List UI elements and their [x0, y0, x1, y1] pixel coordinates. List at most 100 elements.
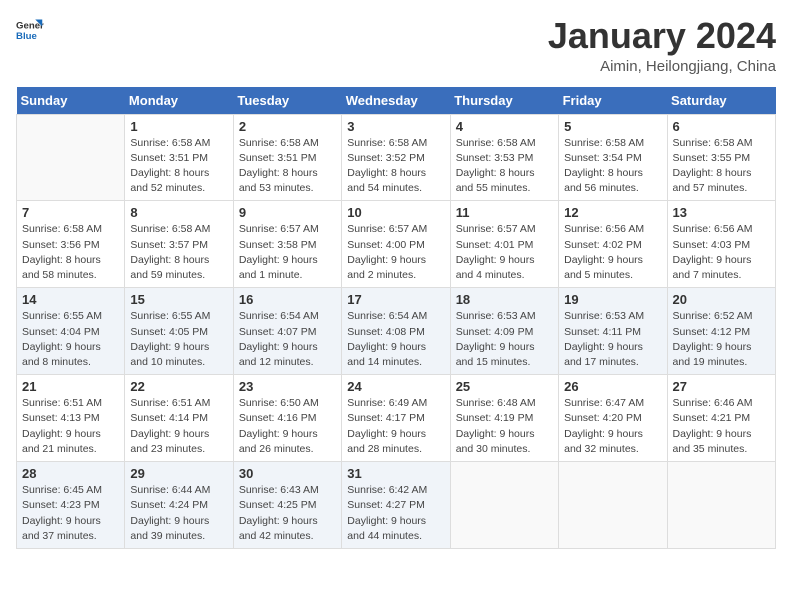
- day-number: 15: [130, 292, 227, 307]
- calendar-day-header: Tuesday: [233, 87, 341, 115]
- day-number: 20: [673, 292, 770, 307]
- calendar-cell: 13Sunrise: 6:56 AMSunset: 4:03 PMDayligh…: [667, 201, 775, 288]
- calendar-cell: 22 Sunrise: 6:51 AMSunset: 4:14 PMDayligh…: [125, 375, 233, 462]
- day-number: 4: [456, 119, 553, 134]
- day-info: Sunrise: 6:53 AMSunset: 4:09 PMDaylight:…: [456, 309, 553, 370]
- day-number: 24: [347, 379, 444, 394]
- calendar-cell: 15 Sunrise: 6:55 AMSunset: 4:05 PMDayligh…: [125, 288, 233, 375]
- calendar-day-header: Monday: [125, 87, 233, 115]
- calendar-cell: 8 Sunrise: 6:58 AMSunset: 3:57 PMDaylight…: [125, 201, 233, 288]
- location: Aimin, Heilongjiang, China: [548, 58, 776, 75]
- calendar-cell: 20Sunrise: 6:52 AMSunset: 4:12 PMDayligh…: [667, 288, 775, 375]
- calendar-cell: 27 Sunrise: 6:46 AMSunset: 4:21 PMDayligh…: [667, 375, 775, 462]
- calendar-week-row: 14Sunrise: 6:55 AMSunset: 4:04 PMDayligh…: [17, 288, 776, 375]
- day-number: 19: [564, 292, 661, 307]
- calendar-week-row: 21 Sunrise: 6:51 AMSunset: 4:13 PMDayligh…: [17, 375, 776, 462]
- logo-icon: General Blue: [16, 16, 44, 44]
- day-info: Sunrise: 6:56 AMSunset: 4:02 PMDaylight:…: [564, 222, 661, 283]
- calendar-day-header: Wednesday: [342, 87, 450, 115]
- calendar-cell: 12Sunrise: 6:56 AMSunset: 4:02 PMDayligh…: [559, 201, 667, 288]
- calendar-body: 1 Sunrise: 6:58 AMSunset: 3:51 PMDaylight…: [17, 114, 776, 548]
- calendar-cell: 2 Sunrise: 6:58 AMSunset: 3:51 PMDaylight…: [233, 114, 341, 201]
- day-info: Sunrise: 6:58 AMSunset: 3:54 PMDaylight:…: [564, 136, 661, 197]
- day-info: Sunrise: 6:54 AMSunset: 4:07 PMDaylight:…: [239, 309, 336, 370]
- day-info: Sunrise: 6:55 AMSunset: 4:05 PMDaylight:…: [130, 309, 227, 370]
- day-number: 21: [22, 379, 119, 394]
- day-number: 23: [239, 379, 336, 394]
- calendar-cell: 5 Sunrise: 6:58 AMSunset: 3:54 PMDaylight…: [559, 114, 667, 201]
- day-number: 26: [564, 379, 661, 394]
- calendar-header-row: SundayMondayTuesdayWednesdayThursdayFrid…: [17, 87, 776, 115]
- day-info: Sunrise: 6:47 AMSunset: 4:20 PMDaylight:…: [564, 396, 661, 457]
- day-number: 5: [564, 119, 661, 134]
- calendar-cell: 10 Sunrise: 6:57 AMSunset: 4:00 PMDayligh…: [342, 201, 450, 288]
- calendar-cell: 30 Sunrise: 6:43 AMSunset: 4:25 PMDayligh…: [233, 462, 341, 549]
- day-info: Sunrise: 6:55 AMSunset: 4:04 PMDaylight:…: [22, 309, 119, 370]
- day-number: 25: [456, 379, 553, 394]
- day-info: Sunrise: 6:58 AMSunset: 3:56 PMDaylight:…: [22, 222, 119, 283]
- day-info: Sunrise: 6:58 AMSunset: 3:55 PMDaylight:…: [673, 136, 770, 197]
- calendar-day-header: Saturday: [667, 87, 775, 115]
- day-number: 9: [239, 205, 336, 220]
- day-info: Sunrise: 6:45 AMSunset: 4:23 PMDaylight:…: [22, 483, 119, 544]
- day-info: Sunrise: 6:49 AMSunset: 4:17 PMDaylight:…: [347, 396, 444, 457]
- day-info: Sunrise: 6:50 AMSunset: 4:16 PMDaylight:…: [239, 396, 336, 457]
- calendar-day-header: Friday: [559, 87, 667, 115]
- page-header: General Blue January 2024 Aimin, Heilong…: [16, 16, 776, 75]
- day-info: Sunrise: 6:54 AMSunset: 4:08 PMDaylight:…: [347, 309, 444, 370]
- logo: General Blue: [16, 16, 44, 44]
- calendar-cell: 9Sunrise: 6:57 AMSunset: 3:58 PMDaylight…: [233, 201, 341, 288]
- calendar-cell: 18Sunrise: 6:53 AMSunset: 4:09 PMDayligh…: [450, 288, 558, 375]
- day-info: Sunrise: 6:46 AMSunset: 4:21 PMDaylight:…: [673, 396, 770, 457]
- title-area: January 2024 Aimin, Heilongjiang, China: [548, 16, 776, 75]
- day-info: Sunrise: 6:51 AMSunset: 4:14 PMDaylight:…: [130, 396, 227, 457]
- day-number: 17: [347, 292, 444, 307]
- day-number: 3: [347, 119, 444, 134]
- day-info: Sunrise: 6:58 AMSunset: 3:57 PMDaylight:…: [130, 222, 227, 283]
- calendar-day-header: Thursday: [450, 87, 558, 115]
- calendar-cell: [667, 462, 775, 549]
- calendar-cell: 16 Sunrise: 6:54 AMSunset: 4:07 PMDayligh…: [233, 288, 341, 375]
- day-number: 31: [347, 466, 444, 481]
- day-number: 6: [673, 119, 770, 134]
- calendar-cell: 29Sunrise: 6:44 AMSunset: 4:24 PMDayligh…: [125, 462, 233, 549]
- calendar-week-row: 1 Sunrise: 6:58 AMSunset: 3:51 PMDaylight…: [17, 114, 776, 201]
- day-number: 1: [130, 119, 227, 134]
- day-info: Sunrise: 6:48 AMSunset: 4:19 PMDaylight:…: [456, 396, 553, 457]
- day-number: 2: [239, 119, 336, 134]
- calendar-cell: 17 Sunrise: 6:54 AMSunset: 4:08 PMDayligh…: [342, 288, 450, 375]
- day-number: 16: [239, 292, 336, 307]
- calendar-week-row: 7 Sunrise: 6:58 AMSunset: 3:56 PMDaylight…: [17, 201, 776, 288]
- svg-text:Blue: Blue: [16, 31, 37, 42]
- calendar-cell: 1 Sunrise: 6:58 AMSunset: 3:51 PMDaylight…: [125, 114, 233, 201]
- day-number: 28: [22, 466, 119, 481]
- day-info: Sunrise: 6:57 AMSunset: 4:00 PMDaylight:…: [347, 222, 444, 283]
- calendar-cell: 19 Sunrise: 6:53 AMSunset: 4:11 PMDayligh…: [559, 288, 667, 375]
- calendar-cell: 4 Sunrise: 6:58 AMSunset: 3:53 PMDaylight…: [450, 114, 558, 201]
- month-title: January 2024: [548, 16, 776, 56]
- day-number: 8: [130, 205, 227, 220]
- day-number: 11: [456, 205, 553, 220]
- day-number: 7: [22, 205, 119, 220]
- day-info: Sunrise: 6:58 AMSunset: 3:51 PMDaylight:…: [239, 136, 336, 197]
- day-info: Sunrise: 6:42 AMSunset: 4:27 PMDaylight:…: [347, 483, 444, 544]
- day-info: Sunrise: 6:58 AMSunset: 3:51 PMDaylight:…: [130, 136, 227, 197]
- day-number: 13: [673, 205, 770, 220]
- day-info: Sunrise: 6:43 AMSunset: 4:25 PMDaylight:…: [239, 483, 336, 544]
- day-info: Sunrise: 6:44 AMSunset: 4:24 PMDaylight:…: [130, 483, 227, 544]
- day-number: 22: [130, 379, 227, 394]
- day-info: Sunrise: 6:58 AMSunset: 3:53 PMDaylight:…: [456, 136, 553, 197]
- calendar-cell: 24 Sunrise: 6:49 AMSunset: 4:17 PMDayligh…: [342, 375, 450, 462]
- calendar-cell: 23 Sunrise: 6:50 AMSunset: 4:16 PMDayligh…: [233, 375, 341, 462]
- day-number: 10: [347, 205, 444, 220]
- calendar-day-header: Sunday: [17, 87, 125, 115]
- day-info: Sunrise: 6:53 AMSunset: 4:11 PMDaylight:…: [564, 309, 661, 370]
- day-info: Sunrise: 6:57 AMSunset: 4:01 PMDaylight:…: [456, 222, 553, 283]
- day-info: Sunrise: 6:51 AMSunset: 4:13 PMDaylight:…: [22, 396, 119, 457]
- calendar-cell: [559, 462, 667, 549]
- day-number: 27: [673, 379, 770, 394]
- calendar-cell: 14Sunrise: 6:55 AMSunset: 4:04 PMDayligh…: [17, 288, 125, 375]
- day-number: 30: [239, 466, 336, 481]
- calendar-cell: 3Sunrise: 6:58 AMSunset: 3:52 PMDaylight…: [342, 114, 450, 201]
- calendar-table: SundayMondayTuesdayWednesdayThursdayFrid…: [16, 87, 776, 549]
